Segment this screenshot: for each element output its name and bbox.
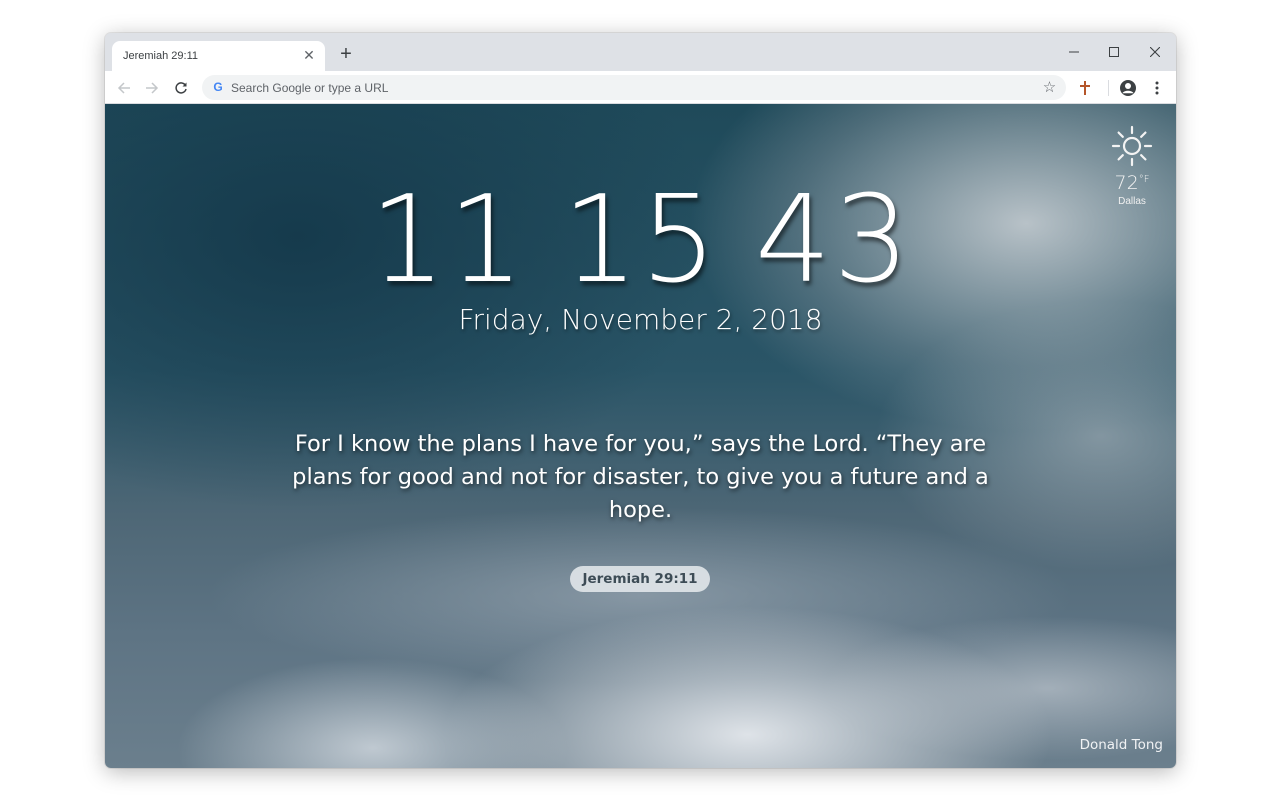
toolbar-divider [1108, 80, 1109, 96]
new-tab-button[interactable]: + [337, 44, 355, 64]
browser-window: Jeremiah 29:11 ✕ + G ☆ [105, 33, 1176, 768]
new-tab-page: 72°F Dallas 11 15 43 Friday, November 2, 2… [105, 104, 1176, 768]
clock-minutes: 15 [562, 171, 719, 310]
back-arrow-icon[interactable] [113, 77, 135, 99]
menu-kebab-icon[interactable] [1147, 78, 1167, 98]
photo-credit[interactable]: Donald Tong [1080, 737, 1163, 753]
maximize-icon[interactable] [1101, 39, 1127, 65]
tab-close-icon[interactable]: ✕ [301, 47, 317, 63]
sun-icon [1110, 124, 1154, 168]
date-display: Friday, November 2, 2018 [458, 303, 823, 336]
search-input[interactable] [231, 75, 1011, 100]
verse-reference-badge[interactable]: Jeremiah 29:11 [570, 566, 710, 592]
verse-text: For I know the plans I have for you,” sa… [292, 431, 989, 523]
forward-arrow-icon[interactable] [141, 77, 163, 99]
omnibox[interactable]: G ☆ [202, 75, 1066, 100]
clock: 11 15 43 [105, 176, 1176, 306]
title-bar: Jeremiah 29:11 ✕ + [105, 33, 1176, 71]
google-g-icon: G [213, 80, 223, 94]
close-window-icon[interactable] [1142, 39, 1168, 65]
reload-icon[interactable] [170, 77, 192, 99]
tab-title: Jeremiah 29:11 [123, 50, 199, 62]
bookmark-star-icon[interactable]: ☆ [1041, 79, 1058, 96]
browser-toolbar: G ☆ [105, 71, 1176, 104]
cross-extension-icon[interactable] [1075, 78, 1095, 98]
clock-hours: 11 [369, 171, 527, 310]
profile-avatar-icon[interactable] [1118, 78, 1138, 98]
tab-active[interactable]: Jeremiah 29:11 ✕ [112, 41, 325, 71]
minimize-icon[interactable] [1061, 39, 1087, 65]
clock-seconds: 43 [754, 171, 912, 310]
